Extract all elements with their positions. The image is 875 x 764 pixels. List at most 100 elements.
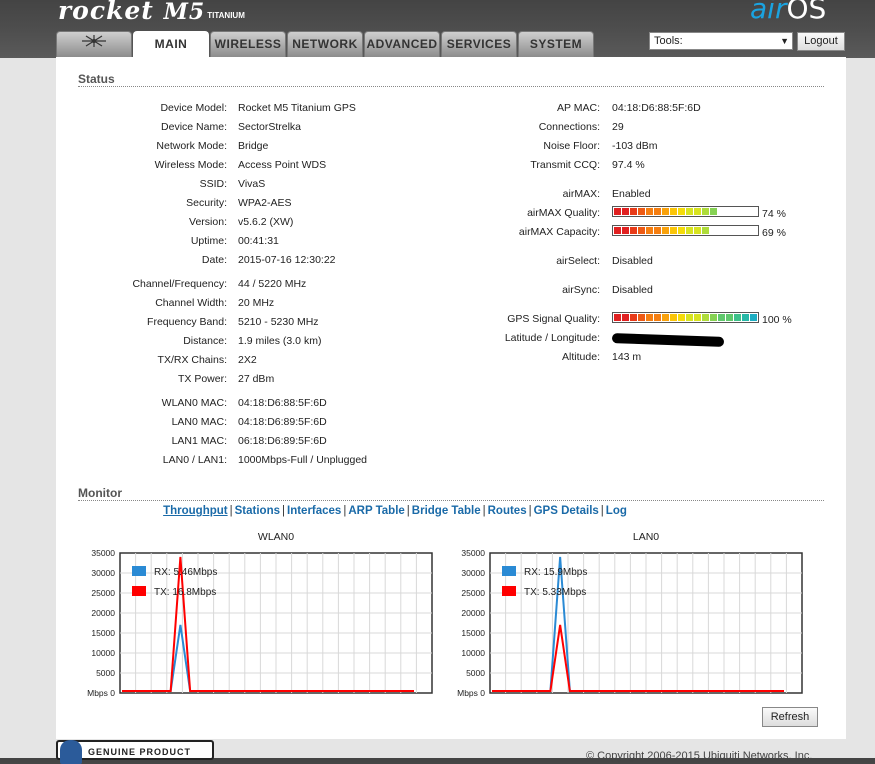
status-label: AP MAC: <box>557 102 600 114</box>
status-label: Security: <box>186 197 227 209</box>
genuine-product-badge: GENUINE PRODUCT <box>56 740 214 764</box>
monitor-divider <box>78 500 824 501</box>
y-tick-label: 20000 <box>461 608 485 618</box>
legend-swatch <box>132 566 146 576</box>
copyright-text: © Copyright 2006-2015 Ubiquiti Networks,… <box>586 750 813 762</box>
legend-label: RX: 5.46Mbps <box>154 567 217 578</box>
status-label: airSelect: <box>556 255 600 267</box>
tab-wireless[interactable]: WIRELESS <box>210 31 286 57</box>
airos-logo: airOS <box>750 0 827 25</box>
status-label: Distance: <box>183 335 227 347</box>
y-tick-label: Mbps 0 <box>87 688 115 698</box>
link-separator: | <box>528 505 532 517</box>
status-label: Network Mode: <box>156 140 227 152</box>
status-value: 97.4 % <box>612 159 645 171</box>
status-value: 100 % <box>762 314 792 326</box>
y-tick-label: 10000 <box>461 648 485 658</box>
monitor-title: Monitor <box>78 486 122 500</box>
status-value: 2015-07-16 12:30:22 <box>238 254 336 266</box>
link-separator: | <box>343 505 347 517</box>
status-value: 74 % <box>762 208 786 220</box>
status-value: VivaS <box>238 178 266 190</box>
legend-swatch <box>502 566 516 576</box>
status-value: Disabled <box>612 255 653 267</box>
status-divider <box>78 86 824 87</box>
status-label: Uptime: <box>190 235 227 247</box>
signal-level-bar <box>612 206 759 217</box>
y-tick-label: 35000 <box>461 548 485 558</box>
y-tick-label: 30000 <box>91 568 115 578</box>
refresh-button[interactable]: Refresh <box>762 707 818 727</box>
tab-network[interactable]: NETWORK <box>287 31 363 57</box>
tab-system[interactable]: SYSTEM <box>518 31 594 57</box>
tools-select[interactable]: Tools: ▼ <box>649 32 793 50</box>
legend-swatch <box>502 586 516 596</box>
status-value: 44 / 5220 MHz <box>238 278 307 290</box>
status-label: Frequency Band: <box>147 316 227 328</box>
y-tick-label: 35000 <box>91 548 115 558</box>
y-tick-label: 25000 <box>461 588 485 598</box>
status-label: airMAX Quality: <box>527 207 600 219</box>
lan0-throughput-chart: 35000 30000 25000 20000 15000 10000 5000 Mbps 0… <box>457 548 803 698</box>
signal-level-bar <box>612 225 759 236</box>
status-value: 20 MHz <box>238 297 275 309</box>
status-value: Access Point WDS <box>238 159 327 171</box>
monitor-link-arp-table[interactable]: ARP Table <box>348 505 404 517</box>
status-label: airMAX: <box>562 188 600 200</box>
link-separator: | <box>482 505 486 517</box>
status-label: Device Name: <box>161 121 227 133</box>
chevron-down-icon: ▼ <box>780 36 789 46</box>
status-value: 04:18:D6:89:5F:6D <box>238 416 327 428</box>
monitor-link-gps-details[interactable]: GPS Details <box>534 505 599 517</box>
rocket-logo: rocket M5 TITANIUM <box>58 0 245 25</box>
status-value: WPA2-AES <box>238 197 292 209</box>
tab-services[interactable]: SERVICES <box>441 31 517 57</box>
status-label: Version: <box>189 216 227 228</box>
status-label: Device Model: <box>160 102 227 114</box>
ubiquiti-logo-icon <box>82 35 106 47</box>
legend-swatch <box>132 586 146 596</box>
y-tick-label: 10000 <box>91 648 115 658</box>
status-label: Wireless Mode: <box>154 159 227 171</box>
status-label: airMAX Capacity: <box>518 226 600 238</box>
status-label: airSync: <box>562 284 600 296</box>
monitor-link-throughput[interactable]: Throughput <box>163 505 228 517</box>
chart-title-wlan0: WLAN0 <box>257 531 295 543</box>
tab-advanced[interactable]: ADVANCED <box>364 31 440 57</box>
status-value: 143 m <box>612 351 642 363</box>
y-tick-label: 5000 <box>96 668 115 678</box>
status-label: LAN0 / LAN1: <box>162 454 227 466</box>
legend-label: RX: 15.9Mbps <box>524 567 587 578</box>
legend-label: TX: 5.33Mbps <box>524 587 586 598</box>
status-label: Date: <box>201 254 227 266</box>
status-value: -103 dBm <box>612 140 658 152</box>
monitor-link-routes[interactable]: Routes <box>488 505 527 517</box>
status-label: GPS Signal Quality: <box>507 313 600 325</box>
link-separator: | <box>282 505 285 517</box>
link-separator: | <box>229 505 233 517</box>
status-label: LAN1 MAC: <box>171 435 227 447</box>
legend-label: TX: 16.8Mbps <box>154 587 216 598</box>
logout-button[interactable]: Logout <box>797 32 845 51</box>
monitor-link-log[interactable]: Log <box>606 505 627 517</box>
monitor-link-bridge-table[interactable]: Bridge Table <box>412 505 481 517</box>
link-separator: | <box>406 505 410 517</box>
monitor-link-interfaces[interactable]: Interfaces <box>287 505 341 517</box>
status-label: Connections: <box>538 121 600 133</box>
y-tick-label: 25000 <box>91 588 115 598</box>
tab-main[interactable]: MAIN <box>133 31 209 58</box>
status-value: 5210 - 5230 MHz <box>238 316 319 328</box>
status-label: TX Power: <box>177 373 227 385</box>
tab-ubnt-home[interactable] <box>56 31 132 57</box>
signal-level-bar <box>612 312 759 323</box>
status-value: 04:18:D6:88:5F:6D <box>238 397 327 409</box>
status-label: Latitude / Longitude: <box>504 332 600 344</box>
chart-title-lan0: LAN0 <box>632 531 660 543</box>
status-label: Noise Floor: <box>543 140 600 152</box>
status-value: 00:41:31 <box>238 235 279 247</box>
status-label: LAN0 MAC: <box>171 416 227 428</box>
status-value: Enabled <box>612 188 651 200</box>
status-value: 27 dBm <box>238 373 275 385</box>
monitor-link-stations[interactable]: Stations <box>235 505 280 517</box>
status-value: SectorStrelka <box>238 121 302 133</box>
